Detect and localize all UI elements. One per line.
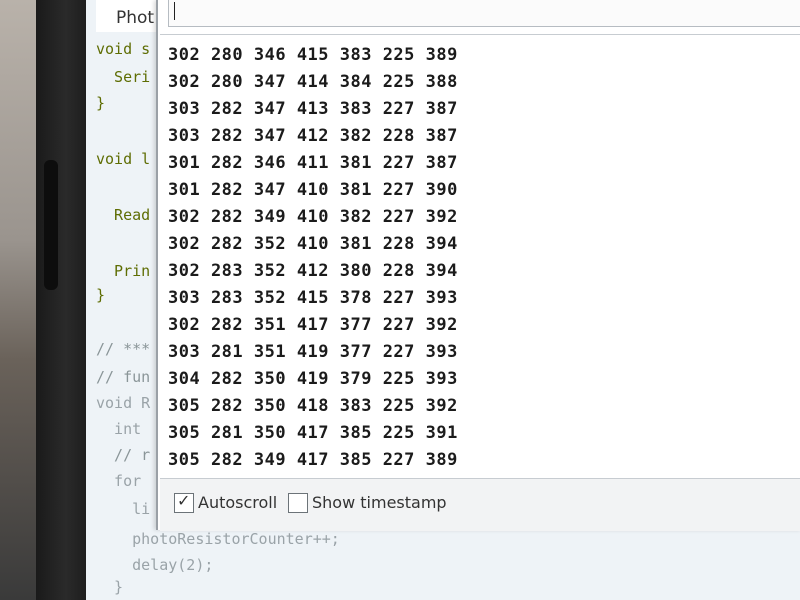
code-line: int [96,420,142,438]
code-line: for [96,472,142,490]
serial-output-row: 303 281 351 419 377 227 393 [168,342,458,362]
serial-output-row: 302 283 352 412 380 228 394 [168,261,458,281]
code-line: // *** [96,340,151,358]
code-line: delay(2); [96,556,214,574]
autoscroll-checkbox[interactable]: ✓ [174,491,194,513]
code-line: void R [96,394,151,412]
serial-monitor-window: 302 280 346 415 383 225 389 302 280 347 4… [156,0,800,531]
editor-tab-label: Phot [116,8,155,28]
code-line: // r [96,446,151,464]
code-line: Prin [96,262,151,280]
serial-send-input[interactable] [168,0,800,27]
serial-monitor-options: ✓ Autoscroll Show timestamp [160,478,800,531]
serial-output-row: 302 280 347 414 384 225 388 [168,72,458,92]
serial-output-row: 302 282 351 417 377 227 392 [168,315,458,335]
code-line: void l [96,150,151,168]
code-line: photoResistorCounter++; [96,530,340,548]
code-line: void s [96,40,151,58]
autoscroll-label: Autoscroll [198,493,278,512]
code-line: } [96,286,106,304]
show-timestamp-checkbox[interactable] [288,493,308,513]
show-timestamp-label: Show timestamp [312,493,447,512]
code-line: } [96,578,124,596]
text-caret [174,2,175,20]
serial-output-row: 302 282 352 410 381 228 394 [168,234,458,254]
serial-output-row: 305 282 349 417 385 227 389 [168,450,458,470]
serial-output-row: 302 280 346 415 383 225 389 [168,45,458,65]
checkmark-icon: ✓ [177,491,191,510]
code-line: } [96,94,106,112]
bezel-slot [44,160,58,290]
serial-output-row: 304 282 350 419 379 225 393 [168,369,458,389]
desk-background [0,0,40,600]
code-line: Seri [96,68,151,86]
serial-output-row: 302 282 349 410 382 227 392 [168,207,458,227]
serial-output-row: 303 282 347 413 383 227 387 [168,99,458,119]
laptop-bezel [36,0,86,600]
code-line: // fun [96,368,151,386]
serial-output-row: 303 282 347 412 382 228 387 [168,126,458,146]
code-line: li [96,500,151,518]
code-line: Read [96,206,151,224]
serial-output-row: 305 282 350 418 383 225 392 [168,396,458,416]
serial-output-row: 301 282 346 411 381 227 387 [168,153,458,173]
serial-output-row: 303 283 352 415 378 227 393 [168,288,458,308]
serial-output-row: 301 282 347 410 381 227 390 [168,180,458,200]
serial-output-row: 305 281 350 417 385 225 391 [168,423,458,443]
serial-output-area[interactable]: 302 280 346 415 383 225 389 302 280 347 4… [160,34,800,475]
